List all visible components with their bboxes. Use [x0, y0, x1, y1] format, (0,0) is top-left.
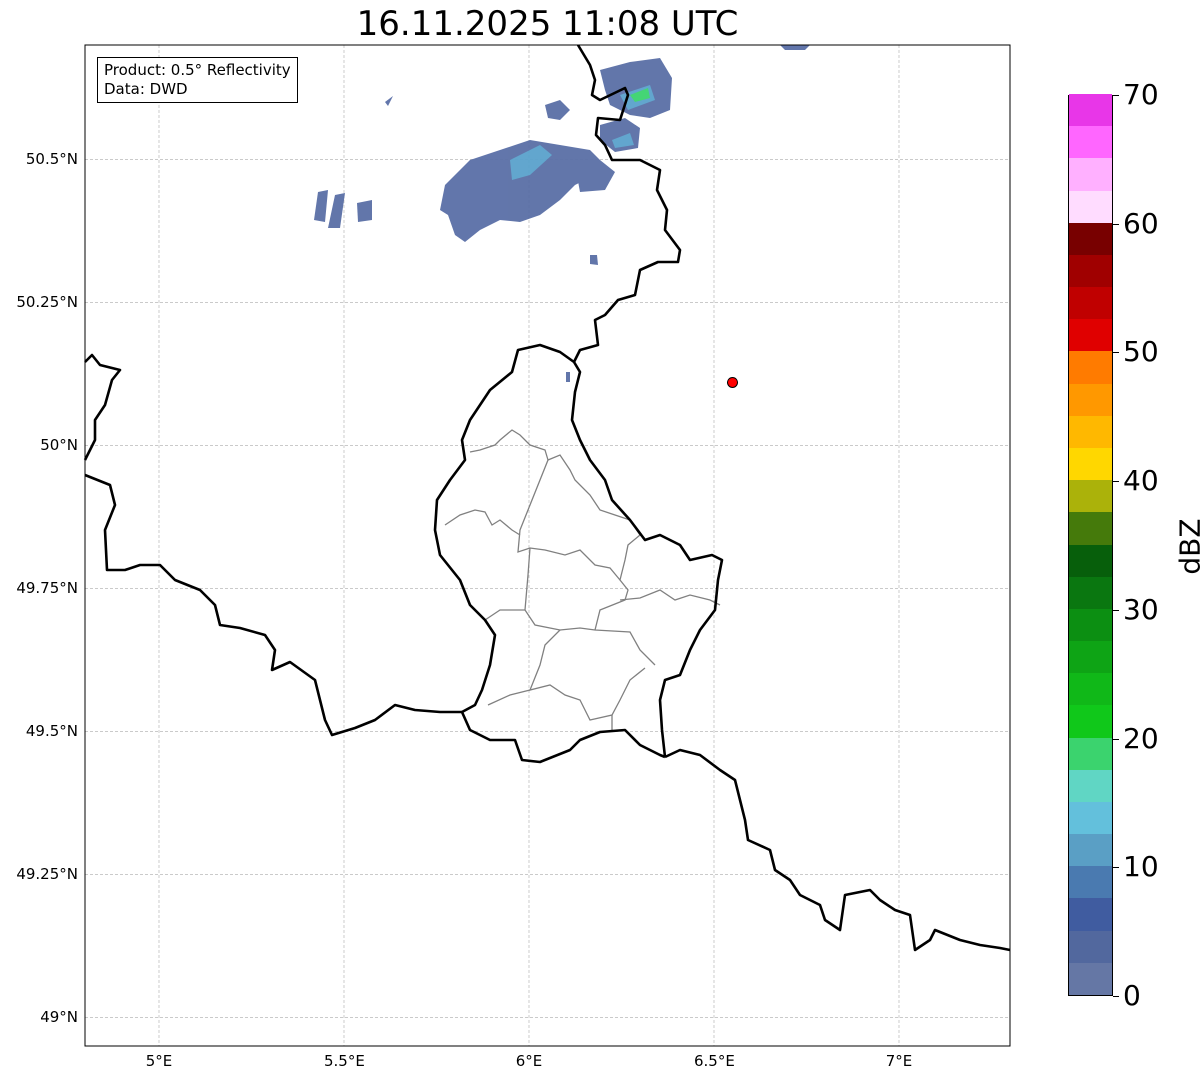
colorbar-band — [1069, 415, 1112, 448]
lon-tick-label: 6°E — [515, 1052, 543, 1070]
colorbar-band — [1069, 640, 1112, 674]
colorbar-tick-mark — [1113, 996, 1119, 997]
colorbar-tick-label: 70 — [1123, 78, 1159, 111]
colorbar-tick-label: 30 — [1123, 592, 1159, 626]
info-box: Product: 0.5° Reflectivity Data: DWD — [97, 57, 298, 103]
colorbar-band — [1069, 254, 1112, 288]
colorbar-band — [1069, 222, 1112, 255]
colorbar-band — [1069, 318, 1112, 352]
colorbar-band — [1069, 737, 1112, 770]
lat-tick-label: 50°N — [40, 436, 78, 455]
colorbar-tick-label: 0 — [1123, 979, 1141, 1012]
colorbar-band — [1069, 962, 1112, 995]
colorbar-band — [1069, 447, 1112, 481]
colorbar-tick-mark — [1113, 867, 1119, 869]
colorbar-band — [1069, 897, 1112, 931]
colorbar-tick-label: 50 — [1123, 335, 1159, 369]
colorbar-band — [1069, 157, 1112, 191]
lat-tick-label: 49°N — [40, 1008, 78, 1027]
colorbar-band — [1069, 511, 1112, 545]
colorbar-band — [1069, 930, 1112, 963]
lat-tick-label: 49.25°N — [16, 865, 78, 884]
lon-tick-label: 7°E — [885, 1052, 913, 1070]
colorbar-band — [1069, 190, 1112, 223]
lat-tick-label: 49.75°N — [16, 579, 78, 598]
colorbar-unit-label: dBZ — [1173, 518, 1202, 575]
radar-site-marker — [727, 376, 738, 388]
lat-tick-label: 50.25°N — [16, 293, 78, 312]
colorbar-band — [1069, 769, 1112, 802]
colorbar-band — [1069, 479, 1112, 513]
colorbar-band — [1069, 833, 1112, 867]
radar-map — [83, 44, 1011, 1047]
colorbar-band — [1069, 672, 1112, 706]
colorbar-band — [1069, 544, 1112, 577]
colorbar-band — [1069, 608, 1112, 642]
colorbar-band — [1069, 350, 1112, 384]
colorbar-tick-mark — [1113, 738, 1119, 740]
lat-tick-label: 49.5°N — [25, 722, 78, 741]
colorbar-tick-mark — [1113, 352, 1119, 354]
lon-tick-label: 5.5°E — [324, 1052, 365, 1070]
colorbar-band — [1069, 801, 1112, 835]
colorbar-tick-mark — [1113, 95, 1119, 96]
colorbar — [1068, 93, 1113, 996]
colorbar-band — [1069, 383, 1112, 416]
lon-tick-label: 6.5°E — [694, 1052, 735, 1070]
colorbar-tick-mark — [1113, 609, 1119, 611]
colorbar-band — [1069, 286, 1112, 320]
product-label: Product: 0.5° Reflectivity — [104, 61, 291, 79]
colorbar-tick-label: 20 — [1123, 721, 1159, 755]
colorbar-tick-label: 10 — [1123, 850, 1159, 884]
colorbar-tick-mark — [1113, 223, 1119, 225]
colorbar-tick-mark — [1113, 481, 1119, 483]
colorbar-tick-label: 40 — [1123, 464, 1159, 498]
lat-tick-label: 50.5°N — [25, 150, 78, 169]
colorbar-band — [1069, 704, 1112, 738]
colorbar-band — [1069, 93, 1112, 127]
colorbar-band — [1069, 125, 1112, 159]
lon-tick-label: 5°E — [145, 1052, 173, 1070]
data-source-label: Data: DWD — [104, 80, 188, 98]
colorbar-tick-label: 60 — [1123, 206, 1159, 240]
colorbar-band — [1069, 865, 1112, 899]
colorbar-band — [1069, 576, 1112, 609]
